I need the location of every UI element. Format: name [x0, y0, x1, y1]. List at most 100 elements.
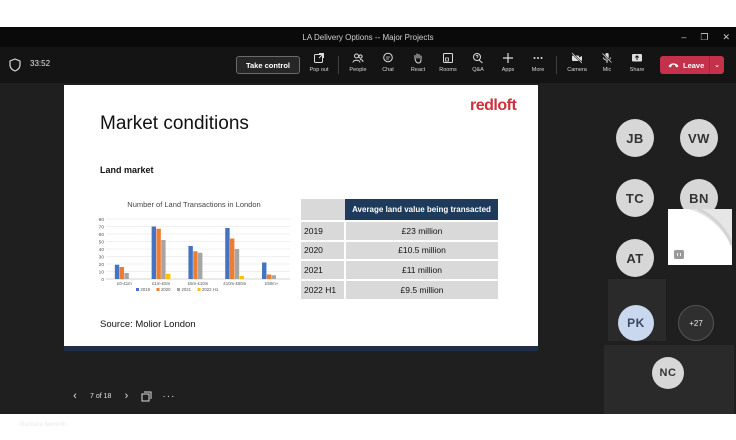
video-feed: [674, 209, 732, 259]
presenter-name: Barbara Nemeth: [20, 422, 67, 428]
teams-meeting-window: LA Delivery Options -- Major Projects – …: [0, 27, 736, 428]
table-corner: [301, 199, 345, 221]
avatar[interactable]: JB: [616, 119, 654, 157]
meeting-timer: 33:52: [30, 59, 51, 68]
title-bar: LA Delivery Options -- Major Projects – …: [0, 27, 736, 47]
y-tick-label: 60: [99, 232, 105, 238]
chart-title: Number of Land Transactions in London: [127, 200, 260, 209]
x-tick-label: £10m-£50m: [223, 281, 246, 286]
avatar[interactable]: TC: [616, 179, 654, 217]
share-label: Share: [629, 67, 645, 73]
table-row: 2020 £10.5 million: [301, 239, 498, 260]
chat-label: Chat: [382, 67, 394, 73]
bar-2020: [119, 267, 125, 279]
table-value: £23 million: [345, 220, 498, 241]
toolbar-divider: [556, 56, 557, 74]
table-year: 2020: [301, 239, 346, 260]
qa-label: Q&A: [472, 67, 484, 73]
people-icon: [352, 53, 364, 63]
bar-2019: [114, 264, 120, 279]
redloft-logo: redloft: [470, 97, 517, 114]
minimize-button[interactable]: –: [681, 32, 686, 42]
legend-label: 2020: [161, 287, 171, 292]
toolbar-divider: [338, 56, 339, 74]
x-tick-label: £0-£1m: [117, 281, 132, 286]
chart-x-ticks: £0-£1m £1m-£5m £5m-£10m £10m-£50m £50m+: [117, 281, 279, 286]
slide-source: Source: Molior London: [100, 319, 196, 330]
pop-out-button[interactable]: Pop out: [304, 52, 334, 80]
x-tick-label: £50m+: [265, 281, 279, 286]
chevron-down-icon[interactable]: ⌄: [710, 61, 724, 69]
bar-2019: [151, 226, 157, 279]
next-slide-icon[interactable]: ›: [119, 390, 133, 402]
active-speaker-tile[interactable]: PK: [608, 279, 666, 341]
pop-out-label: Pop out: [309, 67, 329, 73]
y-tick-label: 0: [101, 277, 104, 283]
bar-2021: [271, 275, 277, 279]
mic-label: Mic: [602, 67, 612, 73]
y-tick-label: 20: [99, 262, 105, 268]
restore-button[interactable]: ❐: [700, 32, 708, 43]
more-participants-button[interactable]: +27: [678, 305, 714, 341]
y-tick-label: 30: [99, 254, 105, 260]
participant-tile[interactable]: NC: [604, 345, 734, 414]
leave-label: Leave: [683, 60, 705, 70]
bar-2021: [198, 252, 203, 279]
share-icon: [632, 54, 642, 62]
avatar[interactable]: AT: [616, 239, 654, 277]
more-options-icon[interactable]: ···: [162, 391, 175, 402]
more-label: More: [531, 67, 545, 73]
slide-title: Market conditions: [100, 113, 249, 134]
avatar[interactable]: VW: [680, 119, 718, 157]
bar-2020: [266, 274, 272, 279]
bar-2021: [161, 240, 166, 279]
bar-2019: [188, 246, 193, 279]
y-tick-label: 80: [99, 217, 105, 223]
react-label: React: [410, 67, 426, 73]
slide-counter: 7 of 18: [90, 392, 112, 400]
table-header: Average land value being transacted: [345, 199, 498, 221]
previous-slide-icon[interactable]: ‹: [68, 390, 82, 402]
apps-label: Apps: [501, 67, 515, 73]
leave-button[interactable]: Leave ⌄: [660, 56, 724, 74]
more-button[interactable]: More: [523, 52, 553, 80]
take-control-button[interactable]: Take control: [236, 56, 300, 74]
bar-2019: [262, 262, 267, 279]
participant-video-tile[interactable]: [668, 209, 732, 265]
shield-icon[interactable]: [9, 58, 21, 72]
apps-button[interactable]: Apps: [493, 52, 523, 80]
camera-button[interactable]: Camera: [562, 52, 592, 80]
table-value: £11 million: [345, 259, 498, 280]
y-tick-label: 10: [99, 269, 105, 275]
y-tick-label: 40: [99, 247, 105, 253]
people-button[interactable]: People: [343, 52, 373, 80]
legend-swatch: [177, 288, 180, 291]
hand-icon: [414, 53, 422, 64]
camera-off-icon: [571, 52, 583, 64]
window-controls: – ❐ ✕: [681, 27, 730, 47]
table-value: £9.5 million: [345, 278, 498, 299]
participants-panel: JB VW TC BN AT PK +27 NC: [602, 83, 736, 414]
bar-2021: [234, 249, 240, 279]
legend-swatch: [156, 288, 160, 291]
close-button[interactable]: ✕: [722, 32, 730, 43]
bar-2022-h1: [165, 273, 171, 279]
legend-swatch: [136, 288, 139, 291]
share-button[interactable]: Share: [622, 52, 652, 80]
leave-main[interactable]: Leave: [660, 61, 709, 70]
slide-gallery-icon[interactable]: [141, 391, 152, 402]
chat-button[interactable]: Chat: [373, 52, 403, 80]
qa-button[interactable]: Q&A: [463, 52, 493, 80]
rooms-button[interactable]: Rooms: [433, 52, 463, 80]
slide-subtitle: Land market: [100, 165, 154, 175]
bar-2022-h1: [239, 276, 244, 279]
land-transactions-chart: Number of Land Transactions in London 0 1…: [99, 200, 290, 292]
meeting-toolbar: 33:52 Take control Pop out People Chat R…: [0, 47, 736, 83]
legend-label: 2019: [141, 287, 151, 292]
mic-button[interactable]: Mic: [592, 52, 622, 80]
table-year: 2021: [301, 259, 346, 280]
avatar: PK: [618, 305, 654, 341]
slide-footer-bar: [64, 346, 538, 351]
react-button[interactable]: React: [403, 52, 433, 80]
bar-2019: [225, 228, 230, 279]
